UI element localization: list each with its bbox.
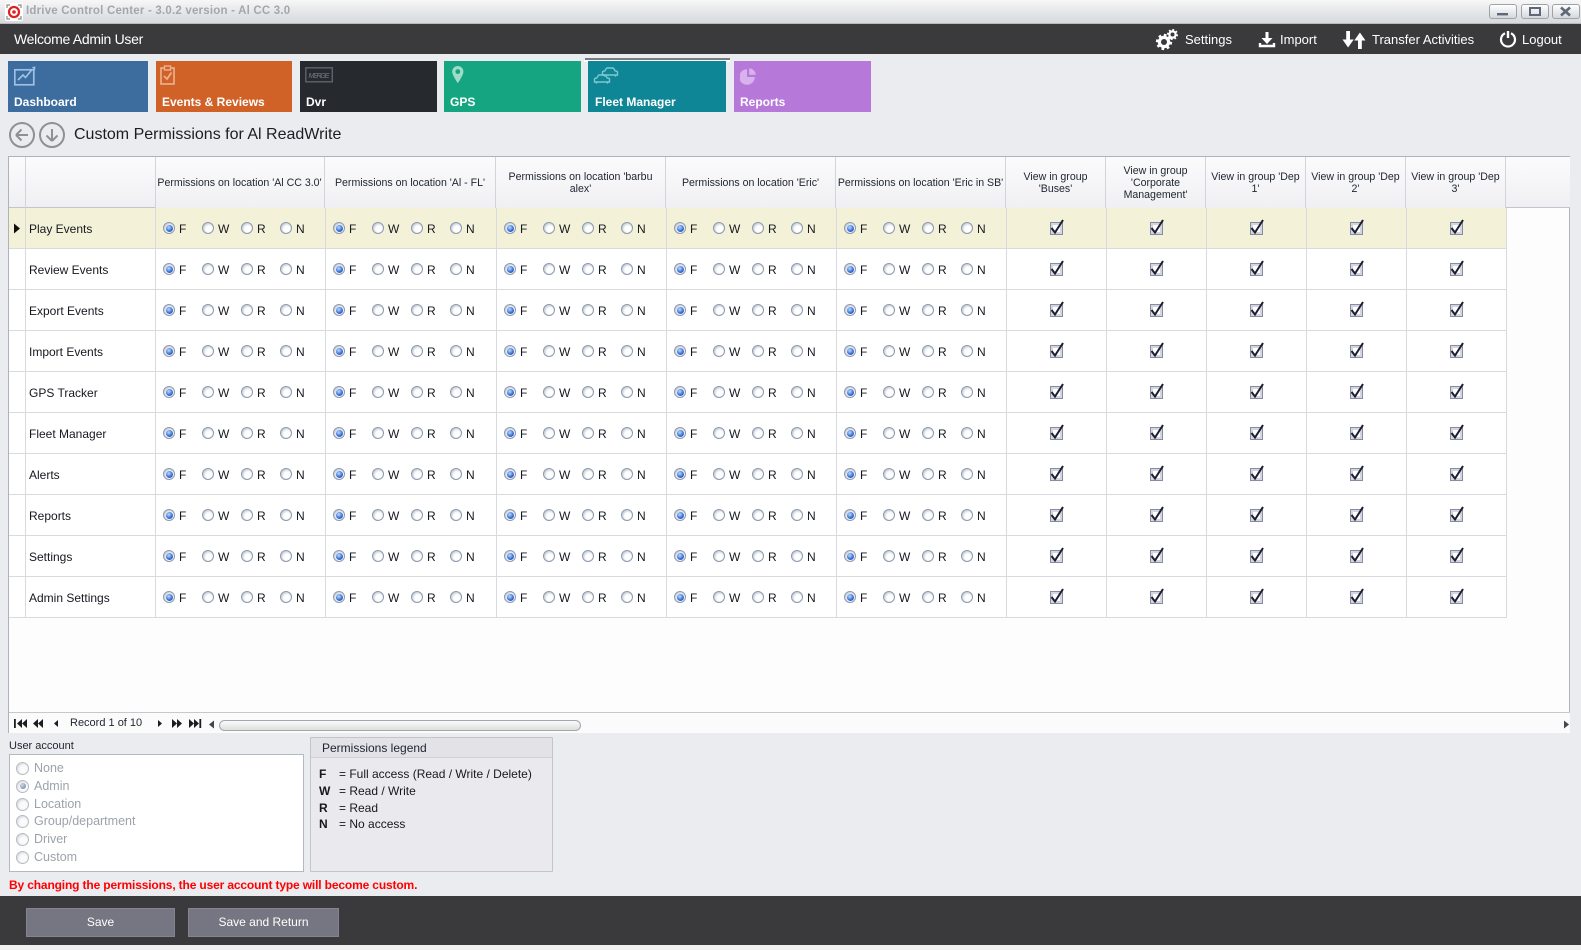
svg-text:MERGE: MERGE bbox=[308, 71, 330, 80]
